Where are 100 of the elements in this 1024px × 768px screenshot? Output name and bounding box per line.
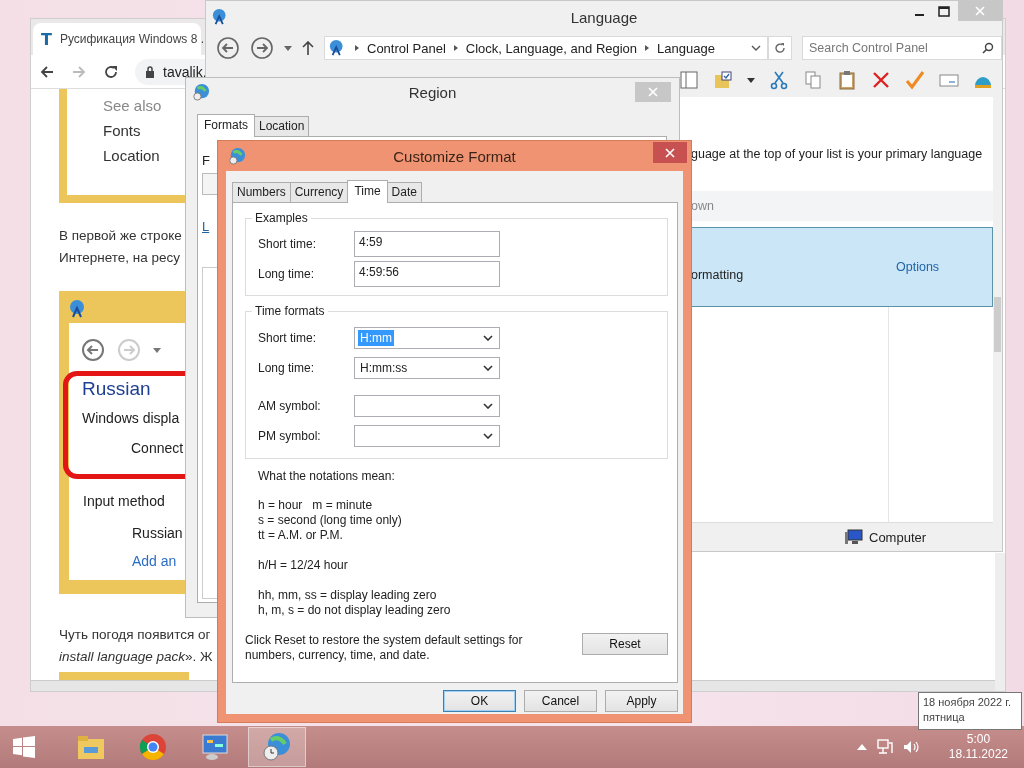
dialog-button[interactable]: Cancel bbox=[524, 690, 597, 712]
dropdown-icon bbox=[483, 335, 493, 341]
clock-date: 18.11.2022 bbox=[948, 747, 1008, 762]
notations-title: What the notations mean: bbox=[258, 469, 396, 483]
notation-line: h, m, s = do not display leading zero bbox=[258, 603, 452, 618]
vertical-scrollbar[interactable] bbox=[993, 97, 1002, 551]
tab[interactable]: Date bbox=[386, 182, 422, 202]
browser-tab[interactable]: T Русификация Windows 8 . bbox=[33, 23, 201, 55]
clipboard-icon[interactable] bbox=[837, 70, 857, 90]
window-title: Region bbox=[407, 83, 458, 101]
chevron-icon bbox=[645, 45, 650, 51]
close-icon bbox=[665, 147, 675, 158]
notation-line: hh, mm, ss = display leading zero bbox=[258, 588, 438, 603]
chevron-icon bbox=[453, 45, 458, 51]
search-field[interactable]: Search Control Panel bbox=[802, 36, 1002, 60]
field-label: Long time: bbox=[258, 267, 316, 281]
caret-icon[interactable] bbox=[284, 45, 292, 51]
delete-icon[interactable] bbox=[871, 70, 891, 90]
scissors-icon[interactable] bbox=[769, 70, 789, 90]
field-label: AM symbol: bbox=[258, 399, 322, 413]
region-taskbar-button[interactable] bbox=[248, 727, 306, 767]
forward-icon[interactable] bbox=[250, 36, 274, 60]
folder-icon[interactable] bbox=[713, 70, 733, 90]
refresh-icon bbox=[774, 42, 787, 54]
caret-icon bbox=[153, 347, 161, 353]
caret-icon[interactable] bbox=[747, 77, 755, 83]
row-text: ormatting bbox=[691, 268, 744, 282]
notation-line: h/H = 12/24 hour bbox=[258, 558, 349, 573]
back-icon bbox=[81, 338, 105, 362]
example-field: 4:59:56 bbox=[354, 261, 500, 287]
notation-line: tt = A.M. or P.M. bbox=[258, 528, 344, 543]
dropdown-icon[interactable] bbox=[751, 45, 762, 51]
see-also-heading: See also bbox=[103, 97, 163, 114]
field-label: Long time: bbox=[258, 361, 316, 375]
language-name: Russian bbox=[82, 378, 152, 400]
tab[interactable]: Currency bbox=[289, 182, 349, 202]
site-logo: T bbox=[41, 29, 52, 49]
volume-icon[interactable] bbox=[902, 739, 919, 755]
field-label: PM symbol: bbox=[258, 429, 322, 443]
copy-icon[interactable] bbox=[803, 70, 823, 90]
format-combobox[interactable] bbox=[354, 395, 500, 417]
up-arrow-icon[interactable] bbox=[302, 41, 314, 55]
article-paragraph: В первой же строке Интернете, на ресу bbox=[59, 227, 182, 267]
lock-icon bbox=[145, 65, 155, 78]
settings-link[interactable]: L bbox=[202, 219, 210, 234]
dialog-button[interactable]: Apply bbox=[605, 690, 678, 712]
chevron-icon bbox=[355, 45, 359, 51]
dropdown-icon bbox=[483, 365, 493, 371]
article-paragraph: Чуть погодя появится ог install language pack». Ж bbox=[59, 626, 213, 666]
control-panel-icon bbox=[200, 732, 230, 762]
close-button[interactable] bbox=[653, 142, 687, 163]
status-text: Computer bbox=[869, 529, 927, 545]
tooltip-line: пятница bbox=[923, 710, 966, 725]
notation-line: h = hour m = minute bbox=[258, 498, 374, 513]
checkmark-icon[interactable] bbox=[905, 70, 925, 90]
refresh-button[interactable] bbox=[768, 36, 792, 60]
tab[interactable]: Time bbox=[347, 180, 388, 203]
browser-icon bbox=[138, 732, 168, 762]
network-icon[interactable] bbox=[876, 739, 893, 755]
layout-icon[interactable] bbox=[679, 70, 699, 90]
tab[interactable]: Numbers bbox=[232, 182, 291, 202]
globe-clock-icon bbox=[262, 732, 292, 762]
back-icon[interactable] bbox=[216, 36, 240, 60]
dropdown-icon bbox=[483, 433, 493, 439]
breadcrumb[interactable]: Clock, Language, and Region bbox=[465, 40, 638, 56]
dialog-title: Customize Format bbox=[392, 147, 517, 165]
options-link[interactable]: Options bbox=[896, 260, 940, 274]
breadcrumb[interactable]: Control Panel bbox=[367, 40, 446, 56]
caret-up-icon[interactable] bbox=[856, 744, 867, 750]
close-icon bbox=[975, 6, 985, 16]
notation-line: s = second (long time only) bbox=[258, 513, 403, 528]
globe-clock-icon bbox=[228, 147, 246, 165]
format-combobox[interactable] bbox=[354, 425, 500, 447]
field-label: F bbox=[202, 153, 210, 168]
group-title: Time formats bbox=[255, 304, 325, 318]
reset-button[interactable]: Reset bbox=[582, 633, 668, 655]
search-icon bbox=[982, 42, 994, 54]
address-field[interactable]: tavalik. bbox=[135, 58, 205, 85]
back-icon[interactable] bbox=[39, 63, 55, 80]
language-detail: Windows displa bbox=[82, 410, 181, 426]
example-field: 4:59 bbox=[354, 231, 500, 257]
field-label: Short time: bbox=[258, 237, 318, 251]
status-text: Connect bbox=[131, 440, 185, 456]
format-combobox[interactable]: H:mm:ss bbox=[354, 357, 500, 379]
address-bar[interactable]: Control Panel Clock, Language, and Region Language bbox=[324, 36, 769, 60]
breadcrumb[interactable]: Language bbox=[657, 40, 715, 56]
input-method: Russian bbox=[132, 525, 184, 541]
forward-icon bbox=[117, 338, 141, 362]
close-icon bbox=[648, 87, 658, 97]
reload-icon[interactable] bbox=[103, 63, 119, 80]
tab[interactable]: Formats bbox=[197, 114, 255, 137]
reset-note: Click Reset to restore the system default settings for numbers, currency, time, and date. bbox=[245, 633, 524, 663]
clock-time: 5:00 bbox=[966, 732, 991, 747]
computer-icon bbox=[844, 529, 864, 545]
field-label: Short time: bbox=[258, 331, 318, 345]
tab[interactable]: Location bbox=[254, 116, 310, 136]
windows-logo-icon[interactable] bbox=[12, 735, 36, 759]
dialog-button[interactable]: OK bbox=[443, 690, 516, 712]
globe-clock-icon bbox=[192, 83, 210, 101]
vertical-scrollbar[interactable] bbox=[995, 553, 1005, 691]
